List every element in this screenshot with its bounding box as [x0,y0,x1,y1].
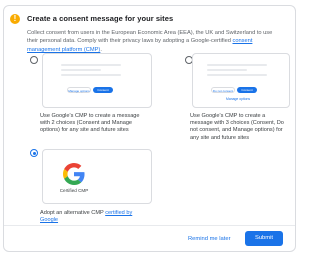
mock-consent-button: Consent [93,87,113,93]
description-end: . [100,46,102,53]
dialog-title: Create a consent message for your sites [27,14,174,23]
mock-consent-button: Consent [237,87,257,93]
option-3-text: Adopt an alternative CMP certified by Go… [40,210,150,224]
option-2-preview-card[interactable]: Do not consent Consent Manage options [192,53,290,108]
mock-text-line [207,74,267,76]
mock-text-line [61,69,101,71]
mock-manage-options-button: Manage options [67,87,91,93]
footer-divider [4,225,295,226]
option-1-text: Use Google's CMP to create a message wit… [40,113,140,134]
mock-text-line [207,69,247,71]
google-g-icon [63,163,85,185]
mock-text-line [61,74,121,76]
submit-button[interactable]: Submit [245,231,283,246]
mock-text-line [61,64,121,66]
remind-me-later-button[interactable]: Remind me later [188,236,231,242]
mock-manage-options-link: Manage options [226,97,251,101]
option-3-text-lead: Adopt an alternative CMP [40,210,106,216]
option-3-radio[interactable] [30,149,38,157]
certified-cmp-label: Certified CMP [59,188,89,193]
option-1-radio[interactable] [30,56,38,64]
option-1-preview-card[interactable]: Manage options Consent [42,53,152,108]
description: Collect consent from users in the Europe… [27,29,277,54]
mock-text-line [207,64,267,66]
option-2-text: Use Google's CMP to create a message wit… [190,113,284,141]
warning-icon: ! [10,14,20,24]
option-3-preview-card[interactable] [42,149,152,204]
mock-do-not-consent-button: Do not consent [211,87,235,93]
